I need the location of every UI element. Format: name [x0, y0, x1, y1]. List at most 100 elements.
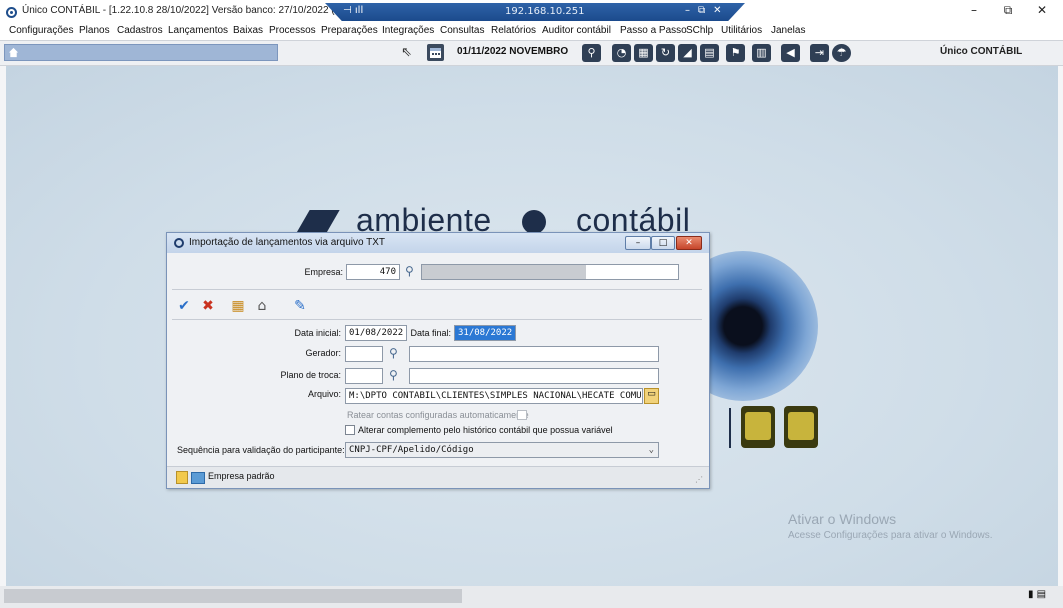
help-icon[interactable]: ☂ [832, 44, 851, 62]
alterar-label: Alterar complemento pelo histórico contá… [358, 425, 613, 435]
minimize-button[interactable]: – [957, 3, 991, 21]
data-final-field[interactable]: 31/08/2022 [454, 325, 516, 341]
resize-grip-icon[interactable]: ⋰ [695, 475, 703, 484]
restore-button[interactable]: ⧉ [991, 3, 1025, 21]
data-final-label: Data final: [410, 328, 451, 338]
notepad-icon[interactable] [176, 471, 188, 484]
windows-watermark-sub: Acesse Configurações para ativar o Windo… [788, 530, 993, 541]
plano-troca-search-icon[interactable]: ⚲ [389, 368, 398, 382]
ratear-checkbox[interactable] [517, 410, 527, 420]
gerador-description-field [409, 346, 659, 362]
home-strip[interactable] [4, 44, 278, 61]
company-folder-icon[interactable] [191, 472, 205, 484]
app-window: Único CONTÁBIL - [1.22.10.8 28/10/2022] … [0, 0, 1063, 608]
menu-auditor-contabil[interactable]: Auditor contábil [542, 25, 611, 36]
flag-icon[interactable]: ⚑ [726, 44, 745, 62]
ratear-label: Ratear contas configuradas automaticamen… [347, 410, 529, 420]
status-bar: ▮ ▤ [0, 586, 1063, 608]
plano-troca-field[interactable] [345, 368, 383, 384]
remote-connection-bar[interactable]: ⊣ ıll 192.168.10.251 –⧉✕ [325, 3, 745, 21]
menu-preparacoes[interactable]: Preparações [321, 25, 378, 36]
logo-dot [522, 210, 546, 234]
edit-icon[interactable]: ✎ [291, 297, 309, 315]
app-logo-icon [6, 7, 17, 18]
folder-icon[interactable]: ▭ [644, 388, 659, 404]
calendar-icon[interactable] [427, 44, 444, 61]
dialog-footer: Empresa padrão ⋰ [167, 466, 709, 488]
menu-lancamentos[interactable]: Lançamentos [168, 25, 228, 36]
remote-ip: 192.168.10.251 [505, 6, 585, 17]
dialog-minimize-button[interactable]: – [625, 236, 651, 250]
chevron-down-icon: ⌄ [648, 445, 654, 455]
remote-controls[interactable]: –⧉✕ [685, 5, 730, 16]
brand-label: Único CONTÁBIL [940, 46, 1023, 57]
status-icons: ▮ ▤ [1028, 589, 1047, 600]
house-icon[interactable]: ⌂ [253, 297, 271, 315]
report-icon[interactable]: ▤ [700, 44, 719, 62]
sequencia-select[interactable]: CNPJ-CPF/Apelido/Código ⌄ [345, 442, 659, 458]
title-bar: Único CONTÁBIL - [1.22.10.8 28/10/2022] … [0, 0, 1063, 24]
mouse-cursor-icon: ⇖ [401, 45, 412, 60]
signal-icon: ⊣ ıll [343, 5, 364, 16]
gerador-search-icon[interactable]: ⚲ [389, 346, 398, 360]
menu-bar: Configurações Planos Cadastros Lançament… [0, 24, 1063, 40]
alarm-icon[interactable]: ◔ [612, 44, 631, 62]
dialog-close-button[interactable]: ✕ [676, 236, 702, 250]
menu-processos[interactable]: Processos [269, 25, 316, 36]
empresa-field[interactable]: 470 [346, 264, 400, 280]
exit-icon[interactable]: ⇥ [810, 44, 829, 62]
menu-relatorios[interactable]: Relatórios [491, 25, 536, 36]
building-icon[interactable]: ▥ [752, 44, 771, 62]
calendar-config-icon[interactable]: ▦ [229, 297, 247, 315]
empresa-label: Empresa: [304, 267, 343, 277]
gerador-field[interactable] [345, 346, 383, 362]
data-inicial-label: Data inicial: [294, 328, 341, 338]
close-button[interactable]: ✕ [1025, 3, 1059, 21]
menu-baixas[interactable]: Baixas [233, 25, 263, 36]
home-icon[interactable] [8, 47, 19, 58]
empresa-name-redacted [422, 265, 586, 279]
arquivo-field[interactable]: M:\DPTO CONTABIL\CLIENTES\SIMPLES NACION… [345, 388, 643, 404]
rss-icon[interactable]: ◢ [678, 44, 697, 62]
dialog-maximize-button[interactable]: □ [651, 236, 675, 250]
menu-cadastros[interactable]: Cadastros [117, 25, 163, 36]
cancel-icon[interactable]: ✖ [199, 297, 217, 315]
crest-icon [784, 406, 818, 448]
menu-utilitarios[interactable]: Utilitários [721, 25, 762, 36]
data-inicial-field[interactable]: 01/08/2022 [345, 325, 407, 341]
separator [172, 289, 702, 290]
confirm-icon[interactable]: ✔ [175, 297, 193, 315]
toolbar: ⇖ 01/11/2022 NOVEMBRO ⚲ ◔ ▦ ↻ ◢ ▤ ⚑ ▥ ◀ … [0, 40, 1063, 66]
menu-janelas[interactable]: Janelas [771, 25, 805, 36]
sequencia-label: Sequência para validação do participante… [177, 445, 345, 455]
empresa-name-field [421, 264, 679, 280]
arquivo-label: Arquivo: [307, 389, 341, 399]
empresa-search-icon[interactable]: ⚲ [405, 264, 414, 278]
megaphone-icon[interactable]: ◀ [781, 44, 800, 62]
menu-planos[interactable]: Planos [79, 25, 110, 36]
sequencia-selected: CNPJ-CPF/Apelido/Código [349, 445, 474, 455]
current-date: 01/11/2022 NOVEMBRO [457, 46, 569, 57]
crest-icon [741, 406, 775, 448]
menu-passo-a-passo[interactable]: Passo a Passo [620, 25, 687, 36]
separator [172, 319, 702, 320]
dialog-app-icon [174, 238, 184, 248]
menu-configuracoes[interactable]: Configurações [9, 25, 73, 36]
status-panel [4, 589, 462, 603]
menu-consultas[interactable]: Consultas [440, 25, 484, 36]
dialog-title: Importação de lançamentos via arquivo TX… [189, 237, 386, 248]
plano-troca-label: Plano de troca: [280, 370, 341, 380]
refresh-icon[interactable]: ↻ [656, 44, 675, 62]
window-title: Único CONTÁBIL - [1.22.10.8 28/10/2022] … [22, 5, 350, 16]
search-icon[interactable]: ⚲ [582, 44, 601, 62]
empresa-padrao-label[interactable]: Empresa padrão [208, 471, 275, 481]
company-icon[interactable]: ▦ [634, 44, 653, 62]
dialog-title-bar[interactable]: Importação de lançamentos via arquivo TX… [167, 233, 709, 253]
plano-troca-description-field [409, 368, 659, 384]
logo-divider [729, 408, 731, 448]
windows-watermark-title: Ativar o Windows [788, 511, 897, 527]
menu-schlp[interactable]: SChlp [686, 25, 713, 36]
import-dialog: Importação de lançamentos via arquivo TX… [166, 232, 710, 489]
menu-integracoes[interactable]: Integrações [382, 25, 434, 36]
alterar-checkbox[interactable] [345, 425, 355, 435]
